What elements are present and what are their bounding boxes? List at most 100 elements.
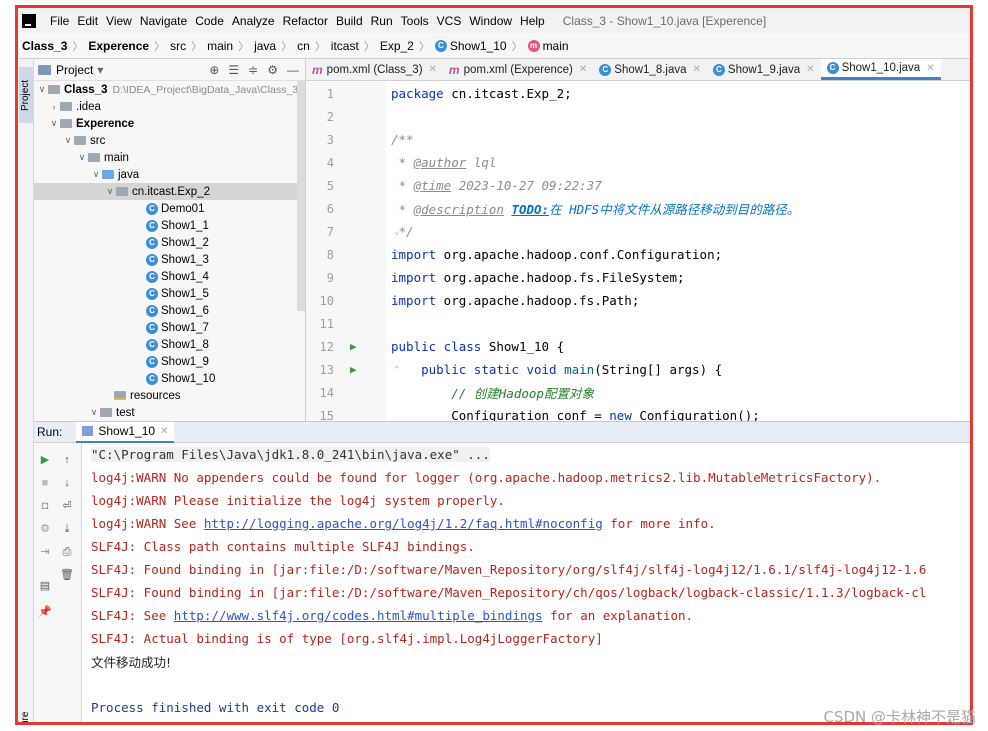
exit-icon[interactable]: ⇥ [38, 545, 52, 559]
fold-icon[interactable]: ⌃ [394, 135, 399, 145]
close-icon[interactable]: ✕ [806, 64, 814, 75]
tab-show1-9[interactable]: C Show1_9.java ✕ [707, 59, 821, 80]
tree-item-java[interactable]: ∨ java [34, 166, 305, 183]
chevron-down-icon[interactable]: ∨ [90, 169, 102, 180]
tree-item-show1-7[interactable]: C Show1_7 [34, 319, 305, 336]
tree-item-show1-4[interactable]: C Show1_4 [34, 268, 305, 285]
restore-layout-icon[interactable]: ⚙ [38, 522, 52, 536]
close-icon[interactable]: ✕ [579, 64, 587, 75]
fold-icon[interactable]: ⌄ [394, 296, 399, 306]
tree-item-class3[interactable]: ∨ Class_3 D:\IDEA_Project\BigData_Java\Cla… [34, 81, 305, 98]
menu-refactor[interactable]: Refactor [279, 14, 332, 28]
close-icon[interactable]: ✕ [160, 426, 168, 437]
tree-item-test[interactable]: ∨ test [34, 404, 305, 421]
chevron-down-icon[interactable]: ∨ [36, 84, 48, 95]
fold-icon[interactable]: ⌄ [394, 227, 399, 237]
crumb-project[interactable]: Class_3 [22, 39, 67, 53]
tree-item-idea[interactable]: › .idea [34, 98, 305, 115]
tree-item-show1-2[interactable]: C Show1_2 [34, 234, 305, 251]
crumb-main[interactable]: main [207, 39, 233, 53]
tab-show1-10[interactable]: C Show1_10.java ✕ [820, 59, 941, 80]
tree-item-show1-8[interactable]: C Show1_8 [34, 336, 305, 353]
tree-item-show1-1[interactable]: C Show1_1 [34, 217, 305, 234]
run-main-icon[interactable]: ▶ [350, 363, 357, 376]
crumb-method[interactable]: m main [527, 39, 569, 53]
collapse-all-icon[interactable]: ≑ [248, 63, 258, 77]
tab-pom-class3[interactable]: m pom.xml (Class_3) ✕ [306, 59, 443, 80]
tree-item-src[interactable]: ∨ src [34, 132, 305, 149]
close-icon[interactable]: ✕ [926, 63, 934, 74]
menu-window[interactable]: Window [465, 14, 516, 28]
menu-build[interactable]: Build [332, 14, 367, 28]
crumb-itcast[interactable]: itcast [331, 39, 359, 53]
menu-code[interactable]: Code [191, 14, 228, 28]
tree-item-experence[interactable]: ∨ Experence [34, 115, 305, 132]
tree-item-demo01[interactable]: C Demo01 [34, 200, 305, 217]
menu-vcs[interactable]: VCS [433, 14, 466, 28]
menu-edit[interactable]: Edit [73, 14, 102, 28]
pin-icon[interactable]: 📌 [38, 605, 52, 619]
tree-item-show1-10[interactable]: C Show1_10 [34, 370, 305, 387]
tree-item-show1-9[interactable]: C Show1_9 [34, 353, 305, 370]
stop-icon[interactable]: ■ [38, 476, 52, 490]
menu-analyze[interactable]: Analyze [228, 14, 279, 28]
menu-run[interactable]: Run [367, 14, 397, 28]
run-tab-show1-10[interactable]: Show1_10 ✕ [76, 421, 175, 443]
arrow-up-icon[interactable]: ↑ [60, 453, 74, 467]
menu-view[interactable]: View [102, 14, 136, 28]
scroll-to-end-icon[interactable]: ⤓ [60, 522, 74, 536]
print-icon[interactable]: ⎙ [60, 545, 74, 559]
rerun-icon[interactable]: ▶ [38, 453, 52, 467]
trash-icon[interactable]: 🗑 [60, 568, 74, 582]
menu-help[interactable]: Help [516, 14, 549, 28]
crumb-module[interactable]: Experence [88, 39, 149, 53]
tree-item-resources[interactable]: resources [34, 387, 305, 404]
crumb-cn[interactable]: cn [297, 39, 310, 53]
fold-icon[interactable]: ⌃ [394, 365, 399, 375]
fold-icon[interactable]: ⌃ [394, 250, 399, 260]
run-console[interactable]: "C:\Program Files\Java\jdk1.8.0_241\bin\… [82, 443, 970, 722]
project-panel: Project ▾ ⊕ ☰ ≑ ⚙ — ∨ Class_3 D:\IDEA_Proj… [34, 59, 306, 421]
locate-icon[interactable]: ⊕ [209, 63, 219, 77]
crumb-class[interactable]: C Show1_10 [434, 39, 507, 53]
structure-tool-window-button[interactable]: ure [19, 704, 33, 722]
chevron-right-icon: 〉 [511, 40, 523, 53]
gear-icon[interactable]: ⚙ [267, 63, 278, 77]
chevron-right-icon[interactable]: › [48, 102, 60, 112]
crumb-exp2[interactable]: Exp_2 [380, 39, 414, 53]
menu-navigate[interactable]: Navigate [136, 14, 191, 28]
project-view-selector[interactable]: Project [56, 63, 93, 77]
tree-item-main[interactable]: ∨ main [34, 149, 305, 166]
crumb-java[interactable]: java [254, 39, 276, 53]
menu-tools[interactable]: Tools [397, 14, 433, 28]
run-class-icon[interactable]: ▶ [350, 340, 357, 353]
slf4j-link[interactable]: http://www.slf4j.org/codes.html#multiple… [174, 608, 543, 623]
project-tool-window-button[interactable]: Project [19, 67, 33, 123]
tree-item-show1-5[interactable]: C Show1_5 [34, 285, 305, 302]
code-area[interactable]: 1 package cn.itcast.Exp_2; 2 3 ⌃/** 4 * @a… [306, 82, 970, 421]
chevron-down-icon[interactable]: ∨ [62, 135, 74, 146]
chevron-down-icon[interactable]: ∨ [104, 186, 116, 197]
tree-item-show1-3[interactable]: C Show1_3 [34, 251, 305, 268]
tab-show1-8[interactable]: C Show1_8.java ✕ [593, 59, 707, 80]
window-title: Class_3 - Show1_10.java [Experence] [562, 13, 767, 28]
log4j-faq-link[interactable]: http://logging.apache.org/log4j/1.2/faq.… [204, 516, 603, 531]
tree-item-package[interactable]: ∨ cn.itcast.Exp_2 [34, 183, 305, 200]
chevron-down-icon[interactable]: ∨ [48, 118, 60, 129]
close-icon[interactable]: ✕ [429, 64, 437, 75]
hide-icon[interactable]: — [287, 63, 299, 77]
chevron-down-icon[interactable]: ▾ [97, 63, 103, 77]
arrow-down-icon[interactable]: ↓ [60, 476, 74, 490]
layout-icon[interactable]: ▤ [38, 579, 52, 593]
chevron-down-icon[interactable]: ∨ [76, 152, 88, 163]
close-icon[interactable]: ✕ [693, 64, 701, 75]
crumb-src[interactable]: src [170, 39, 186, 53]
project-scrollbar[interactable] [297, 81, 305, 311]
expand-all-icon[interactable]: ☰ [228, 63, 239, 77]
chevron-down-icon[interactable]: ∨ [88, 407, 100, 418]
camera-icon[interactable]: ◘ [38, 499, 52, 513]
menu-file[interactable]: File [46, 14, 73, 28]
soft-wrap-icon[interactable]: ⏎ [60, 499, 74, 513]
tree-item-show1-6[interactable]: C Show1_6 [34, 302, 305, 319]
tab-pom-experence[interactable]: m pom.xml (Experence) ✕ [443, 59, 593, 80]
